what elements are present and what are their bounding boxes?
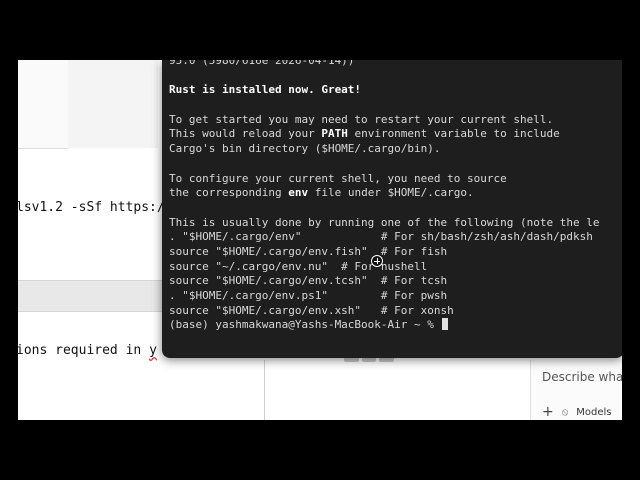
terminal-line: Cargo's bin directory ($HOME/.cargo/bin)…	[169, 142, 441, 156]
terminal-prompt[interactable]: (base) yashmakwana@Yashs-MacBook-Air ~ %	[169, 318, 622, 333]
models-button[interactable]: Models	[576, 407, 611, 418]
terminal-line: To configure your current shell, you nee…	[169, 171, 507, 185]
background-panel-strip	[68, 60, 158, 148]
terminal-line: . "$HOME/.cargo/env.ps1" # For pwsh	[169, 289, 448, 302]
chat-input[interactable]: Describe what	[542, 370, 622, 384]
spellcheck-word: y	[149, 343, 157, 358]
terminal-line: source "$HOME/.cargo/env.xsh" # For xons…	[169, 303, 454, 317]
requirements-fragment: ions required in	[18, 343, 150, 358]
desktop: lsv1.2 -sSf https:/ ions required in y D…	[18, 60, 622, 420]
add-icon[interactable]: +	[542, 404, 554, 420]
terminal-line: To get started you may need to restart y…	[169, 112, 554, 126]
terminal-line: the corresponding env file under $HOME/.…	[169, 186, 474, 200]
terminal-line: source "$HOME/.cargo/env.fish" # For fis…	[169, 244, 448, 258]
terminal-line: source "$HOME/.cargo/env.tcsh" # For tcs…	[169, 274, 448, 288]
text-cursor	[441, 318, 448, 331]
background-command-text: lsv1.2 -sSf https:/	[18, 200, 165, 215]
background-panel	[18, 60, 68, 149]
terminal-line: Rust is installed now. Great!	[169, 83, 362, 97]
terminal-line: This is usually done by running one of t…	[169, 215, 600, 229]
terminal-output: 95.0 (5980/616e 2026-04-14)) Rust is inst…	[169, 60, 622, 333]
terminal-line: 95.0 (5980/616e 2026-04-14))	[169, 60, 355, 67]
terminal-line: This would reload your PATH environment …	[169, 127, 560, 141]
background-divider	[264, 360, 265, 420]
terminal-window[interactable]: 95.0 (5980/616e 2026-04-14)) Rust is inst…	[162, 60, 622, 358]
mouse-cursor-icon	[371, 255, 383, 267]
chat-toolbar: + ⦸ Models	[542, 404, 612, 420]
attach-icon[interactable]: ⦸	[562, 407, 569, 418]
terminal-line: source "~/.cargo/env.nu" # For nushell	[169, 259, 428, 273]
background-requirements-text: ions required in y	[18, 343, 157, 358]
terminal-line: . "$HOME/.cargo/env" # For sh/bash/zsh/a…	[169, 230, 593, 244]
